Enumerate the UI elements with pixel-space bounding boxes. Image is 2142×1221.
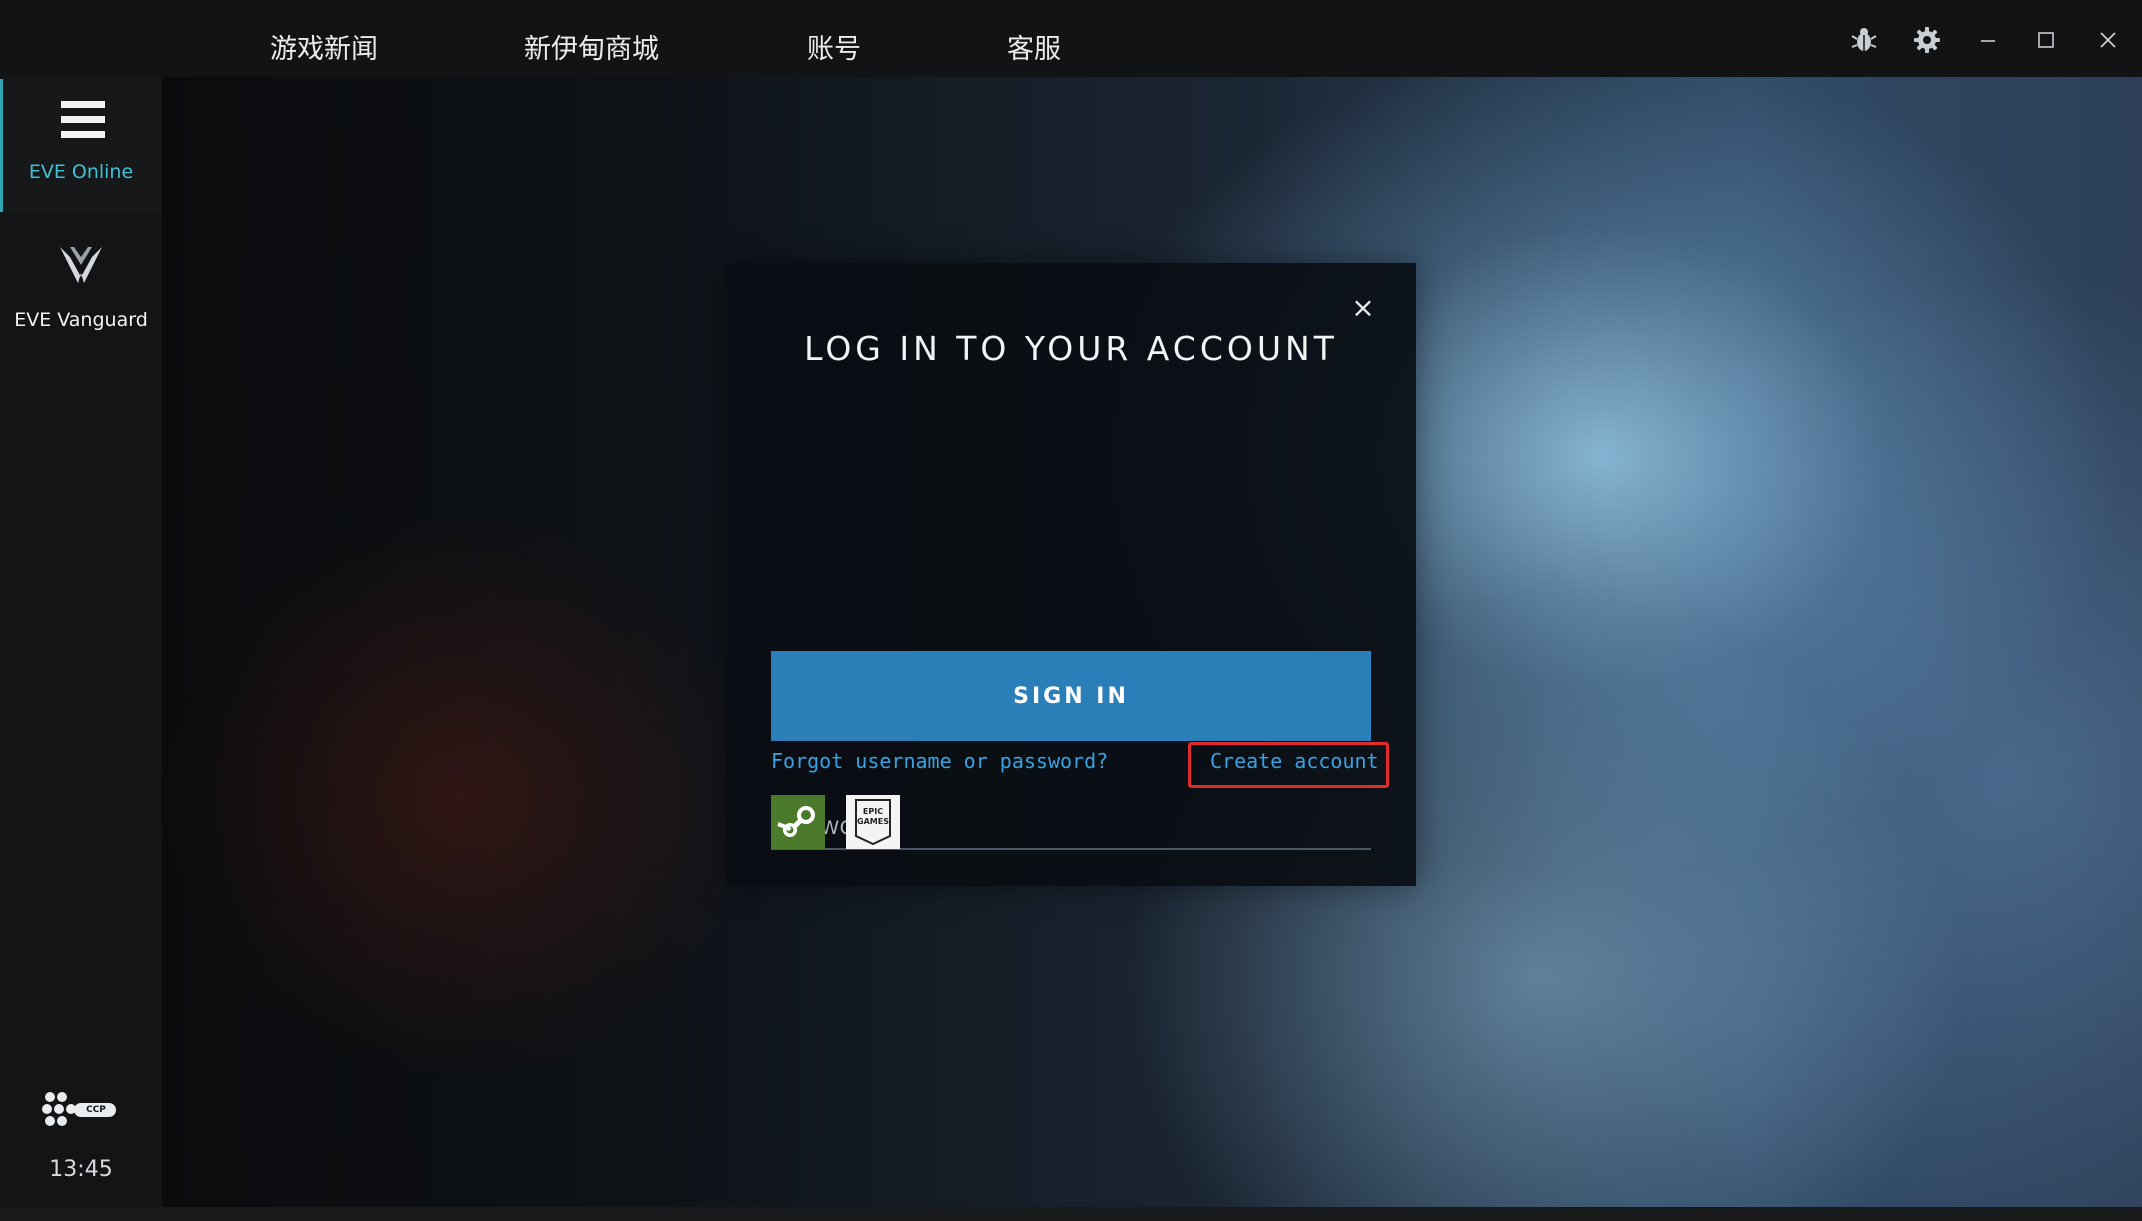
nav-game-news[interactable]: 游戏新闻: [270, 27, 378, 66]
forgot-credentials-link[interactable]: Forgot username or password?: [771, 749, 1108, 773]
minimize-button[interactable]: [1968, 20, 2008, 60]
epic-games-login-button[interactable]: EPIC GAMES: [846, 795, 900, 849]
sign-in-button[interactable]: SIGN IN: [771, 651, 1371, 741]
sidebar-item-eve-vanguard[interactable]: EVE Vanguard: [0, 227, 162, 357]
nav-support[interactable]: 客服: [1007, 27, 1061, 66]
ccp-logo-text: CCP: [86, 1105, 106, 1115]
bug-icon: [1851, 28, 1877, 51]
minimize-icon: [1981, 40, 1995, 42]
close-window-button[interactable]: [2088, 20, 2128, 60]
launcher-window: 游戏新闻 新伊甸商城 账号 客服 EVE Online EVE Vanguard…: [0, 0, 2142, 1221]
gear-icon: [1914, 27, 1940, 53]
sidebar-item-label: EVE Online: [28, 161, 134, 183]
sidebar-item-eve-online[interactable]: EVE Online: [0, 79, 162, 212]
bug-report-button[interactable]: [1844, 20, 1884, 60]
game-sidebar: EVE Online EVE Vanguard CCP 13:45: [0, 77, 162, 1221]
clock: 13:45: [49, 1157, 113, 1182]
epic-games-logo-text: EPIC GAMES: [857, 807, 889, 826]
taskbar-strip: [0, 1207, 2142, 1221]
login-dialog: × LOG IN TO YOUR ACCOUNT SIGN IN Forgot …: [726, 263, 1416, 886]
settings-button[interactable]: [1907, 20, 1947, 60]
maximize-button[interactable]: [2026, 20, 2066, 60]
steam-icon: [777, 806, 815, 837]
dialog-title: LOG IN TO YOUR ACCOUNT: [804, 329, 1338, 368]
maximize-icon: [2038, 32, 2054, 48]
steam-login-button[interactable]: [771, 795, 825, 849]
top-bar: 游戏新闻 新伊甸商城 账号 客服: [0, 0, 2142, 78]
menu-icon: [61, 101, 105, 138]
vanguard-logo-icon: [60, 247, 102, 283]
highlight-box: [1188, 742, 1389, 788]
ccp-logo: CCP: [42, 1089, 122, 1139]
nav-new-eden-store[interactable]: 新伊甸商城: [524, 27, 659, 66]
close-icon: [2100, 32, 2116, 48]
nav-account[interactable]: 账号: [807, 27, 861, 66]
dialog-close-button[interactable]: ×: [1348, 293, 1378, 323]
sidebar-item-label: EVE Vanguard: [14, 309, 148, 331]
